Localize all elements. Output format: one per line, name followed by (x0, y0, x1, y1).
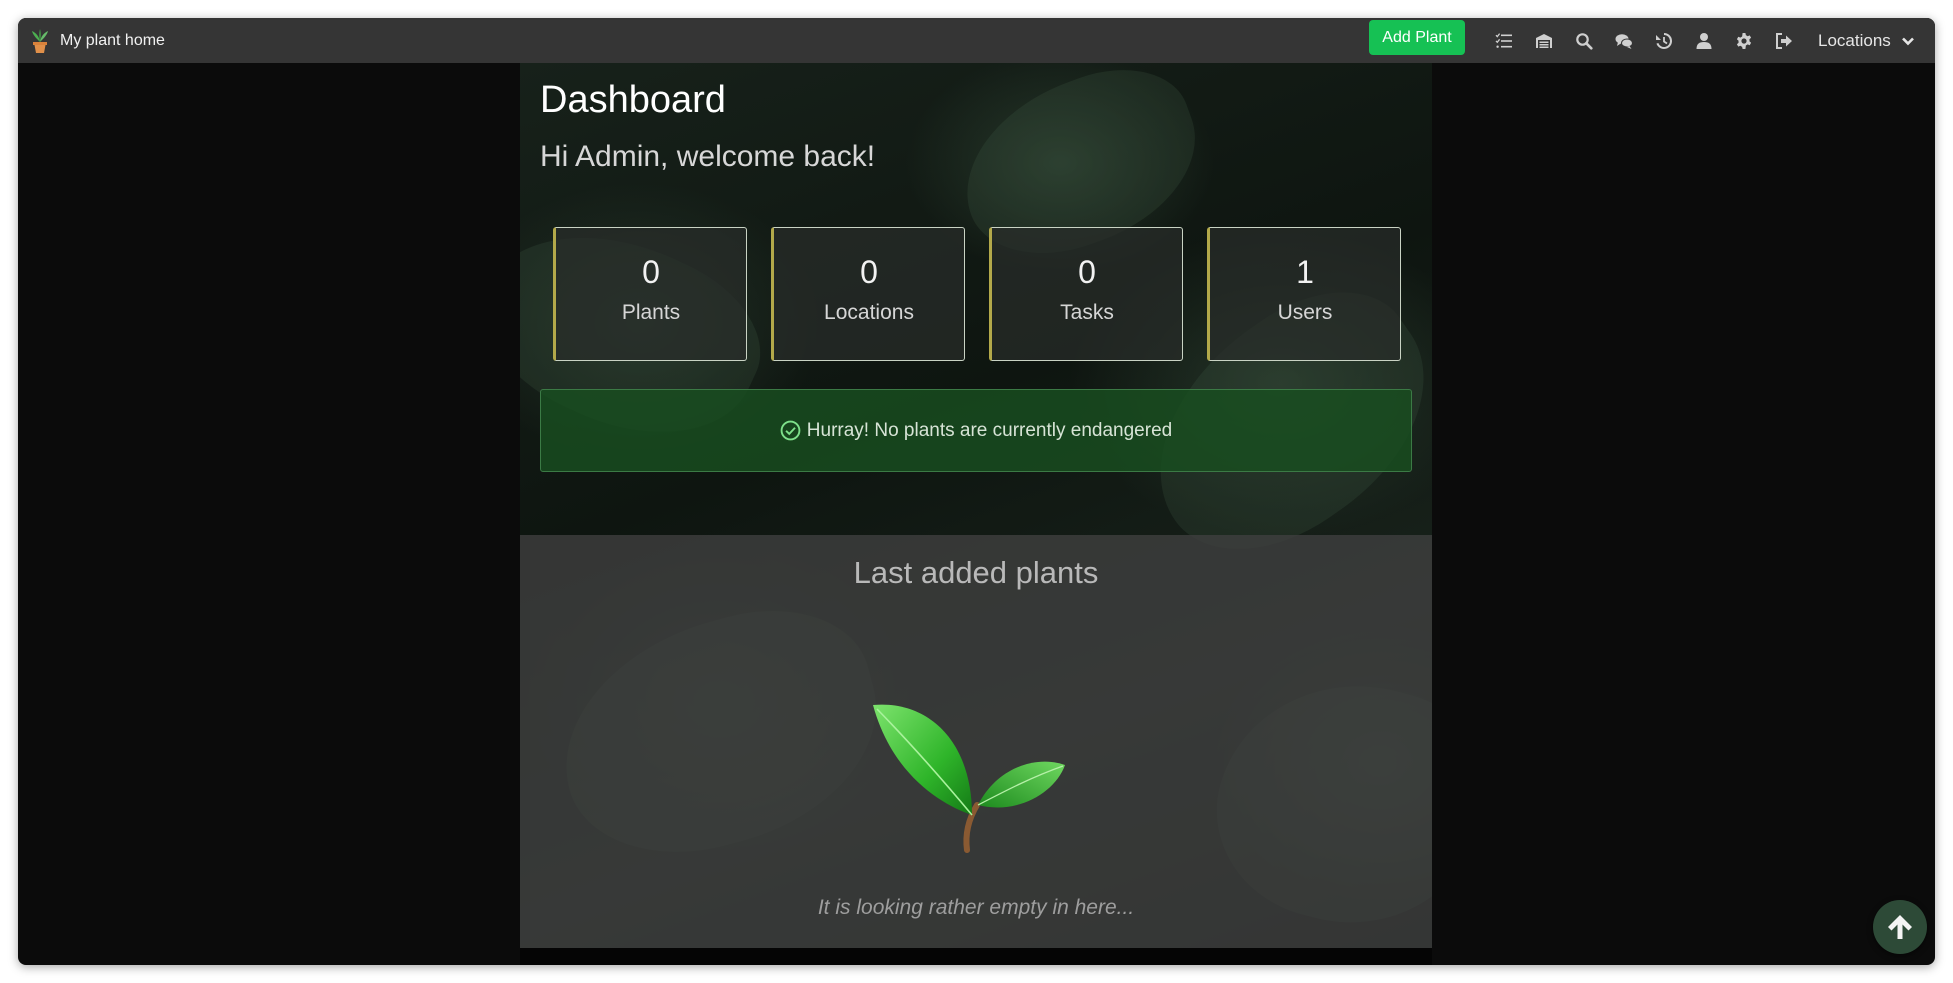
logout-icon[interactable] (1764, 18, 1804, 63)
add-plant-button[interactable]: Add Plant (1369, 20, 1465, 55)
user-icon[interactable] (1684, 18, 1724, 63)
stat-value: 0 (1078, 254, 1096, 290)
chevron-down-icon (1901, 37, 1914, 45)
locations-dropdown[interactable]: Locations (1818, 18, 1915, 63)
plant-pot-logo-icon (32, 28, 48, 53)
alert-text: Hurray! No plants are currently endanger… (806, 419, 1173, 441)
stat-label: Tasks (1060, 301, 1114, 324)
empty-state-text: It is looking rather empty in here... (817, 896, 1135, 919)
page-title: Dashboard (540, 79, 726, 121)
stat-value: 0 (642, 254, 660, 290)
stat-card-users[interactable]: 1 Users (1207, 227, 1401, 361)
stat-card-plants[interactable]: 0 Plants (553, 227, 747, 361)
chat-icon[interactable] (1604, 18, 1644, 63)
scroll-to-top-button[interactable] (1873, 900, 1927, 954)
check-circle-icon (780, 420, 801, 441)
stat-value: 1 (1296, 254, 1314, 290)
top-navbar: My plant home Add Plant Locations (18, 18, 1935, 63)
search-icon[interactable] (1564, 18, 1604, 63)
stat-label: Locations (824, 301, 914, 324)
endangered-alert: Hurray! No plants are currently endanger… (540, 389, 1412, 472)
stat-label: Users (1277, 301, 1333, 324)
stat-card-locations[interactable]: 0 Locations (771, 227, 965, 361)
stat-card-tasks[interactable]: 0 Tasks (989, 227, 1183, 361)
section-title: Last added plants (853, 555, 1099, 590)
browser-window: My plant home Add Plant Locations Dashbo… (18, 18, 1935, 965)
brand-link[interactable]: My plant home (30, 18, 165, 63)
leaf-illustration-icon (873, 704, 1065, 853)
inventory-icon[interactable] (1524, 18, 1564, 63)
history-icon[interactable] (1644, 18, 1684, 63)
locations-label: Locations (1818, 30, 1891, 50)
stat-value: 0 (860, 254, 878, 290)
gear-icon[interactable] (1724, 18, 1764, 63)
brand-name: My plant home (60, 31, 165, 49)
last-added-plants-section: Last added plants It is looking rather e… (520, 535, 1432, 948)
dashboard-container: Dashboard Hi Admin, welcome back! 0 Plan… (520, 63, 1432, 965)
content-footer-strip (520, 948, 1432, 965)
nav-icon-bar (1484, 18, 1804, 63)
arrow-up-icon (1888, 915, 1912, 939)
stat-label: Plants (621, 301, 681, 324)
welcome-message: Hi Admin, welcome back! (540, 140, 876, 173)
tasks-icon[interactable] (1484, 18, 1524, 63)
